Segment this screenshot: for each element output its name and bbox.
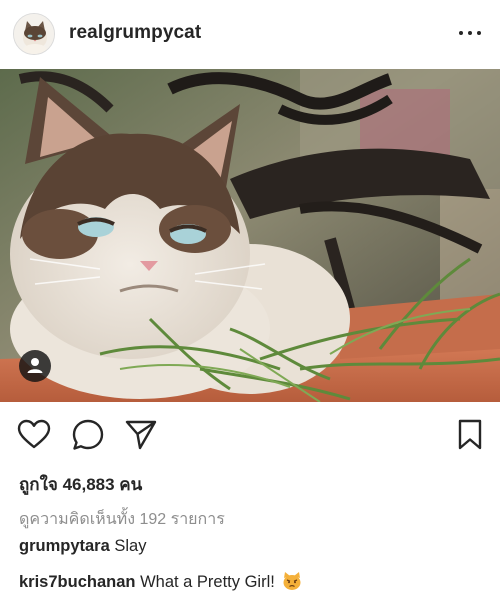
send-icon[interactable]: [123, 417, 159, 453]
like-count[interactable]: ถูกใจ 46,883 คน: [19, 471, 142, 498]
more-options-icon[interactable]: [459, 28, 485, 38]
comment-item: grumpytara Slay: [19, 537, 146, 556]
comment-username[interactable]: kris7buchanan: [19, 573, 135, 591]
user-tag-icon[interactable]: [19, 350, 51, 382]
person-icon: [27, 358, 43, 373]
bookmark-icon[interactable]: [452, 417, 488, 453]
comment-item: kris7buchanan What a Pretty Girl!: [19, 571, 302, 592]
action-bar: [0, 417, 500, 457]
comment-text: Slay: [114, 537, 147, 555]
view-all-comments-link[interactable]: ดูความคิดเห็นทั้ง 192 รายการ: [19, 507, 225, 532]
avatar[interactable]: [13, 13, 55, 55]
heart-icon[interactable]: [16, 417, 52, 453]
post-header: realgrumpycat: [0, 0, 500, 68]
comment-text: What a Pretty Girl!: [140, 573, 275, 591]
cat-avatar-icon: [14, 14, 54, 54]
comment-icon[interactable]: [70, 417, 106, 453]
pouting-cat-emoji-icon: [283, 572, 301, 590]
grumpy-cat-photo-icon: [0, 69, 500, 402]
comment-username[interactable]: grumpytara: [19, 537, 110, 555]
post-photo[interactable]: [0, 69, 500, 402]
post-username[interactable]: realgrumpycat: [69, 22, 201, 44]
